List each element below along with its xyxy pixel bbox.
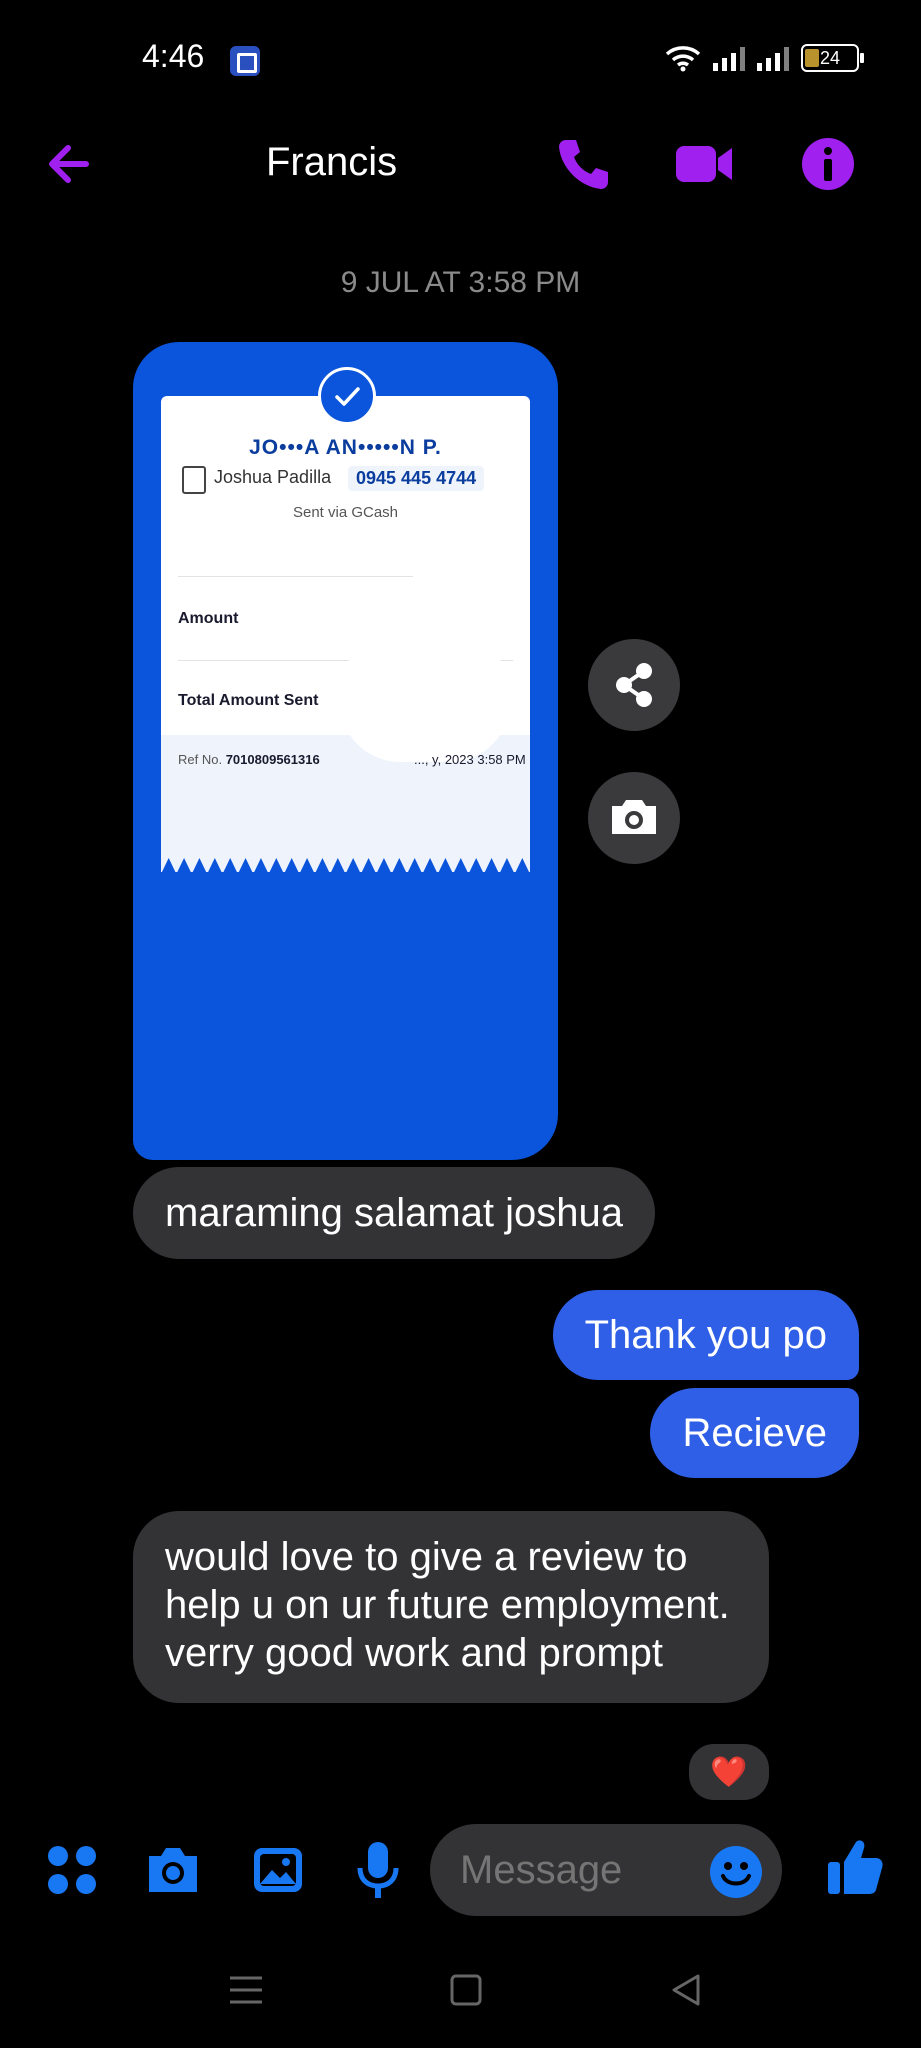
info-icon[interactable]: [796, 132, 860, 196]
menu-icon[interactable]: [226, 1970, 266, 2010]
receipt-recipient: JO•••A AN•••••N P.: [249, 436, 442, 459]
back-arrow-icon[interactable]: [40, 134, 100, 194]
message-input[interactable]: [460, 1848, 680, 1893]
receipt-phone-number: 0945 445 4744: [348, 466, 485, 491]
gallery-icon[interactable]: [248, 1840, 308, 1900]
camera-button[interactable]: [588, 772, 680, 864]
redaction-blob: [340, 632, 510, 762]
camera-icon[interactable]: [143, 1840, 203, 1900]
emoji-icon[interactable]: [708, 1844, 764, 1900]
signal-icon-2: [757, 45, 789, 71]
wifi-icon: [665, 46, 701, 72]
camera-icon: [612, 800, 656, 834]
microphone-icon[interactable]: [350, 1838, 406, 1902]
signal-icon: [713, 45, 745, 71]
share-button[interactable]: [588, 639, 680, 731]
message-text: Thank you po: [584, 1313, 827, 1357]
check-icon: [318, 367, 376, 425]
divider: [178, 576, 413, 577]
message-bubble-incoming[interactable]: would love to give a review to help u on…: [133, 1511, 769, 1703]
contact-name[interactable]: Francis: [266, 140, 397, 185]
message-bubble-outgoing[interactable]: Recieve: [650, 1388, 859, 1478]
home-icon[interactable]: [446, 1970, 486, 2010]
receipt-sent-via: Sent via GCash: [292, 504, 399, 521]
heart-icon: ❤️: [710, 1755, 748, 1789]
back-icon[interactable]: [666, 1970, 706, 2010]
receipt-datetime: ..., y, 2023 3:58 PM: [414, 752, 526, 767]
message-bubble-incoming[interactable]: maraming salamat joshua: [133, 1167, 655, 1259]
receipt-ref: Ref No. 7010809561316: [178, 752, 320, 767]
apps-icon[interactable]: [44, 1842, 100, 1898]
message-text: would love to give a review to help u on…: [165, 1535, 730, 1675]
contact-book-icon: [182, 466, 206, 494]
share-icon: [616, 663, 652, 707]
status-indicators: 24: [665, 44, 864, 72]
phone-icon[interactable]: [552, 132, 616, 196]
message-timestamp: 9 JUL AT 3:58 PM: [340, 266, 581, 299]
receipt-zigzag-edge: [161, 858, 530, 874]
battery-icon: 24: [801, 44, 864, 72]
heart-reaction[interactable]: ❤️: [686, 1741, 772, 1803]
receipt-total-label: Total Amount Sent: [178, 692, 319, 709]
video-icon[interactable]: [672, 132, 736, 196]
receipt-contact-name: Joshua Padilla: [214, 467, 332, 487]
notification-app-icon: [230, 46, 260, 76]
message-text: Recieve: [682, 1411, 827, 1455]
message-text: maraming salamat joshua: [165, 1191, 623, 1235]
status-time: 4:46: [142, 38, 205, 74]
thumbs-up-icon[interactable]: [826, 1836, 884, 1898]
message-bubble-outgoing[interactable]: Thank you po: [552, 1290, 859, 1380]
receipt-amount-label: Amount: [178, 610, 239, 627]
